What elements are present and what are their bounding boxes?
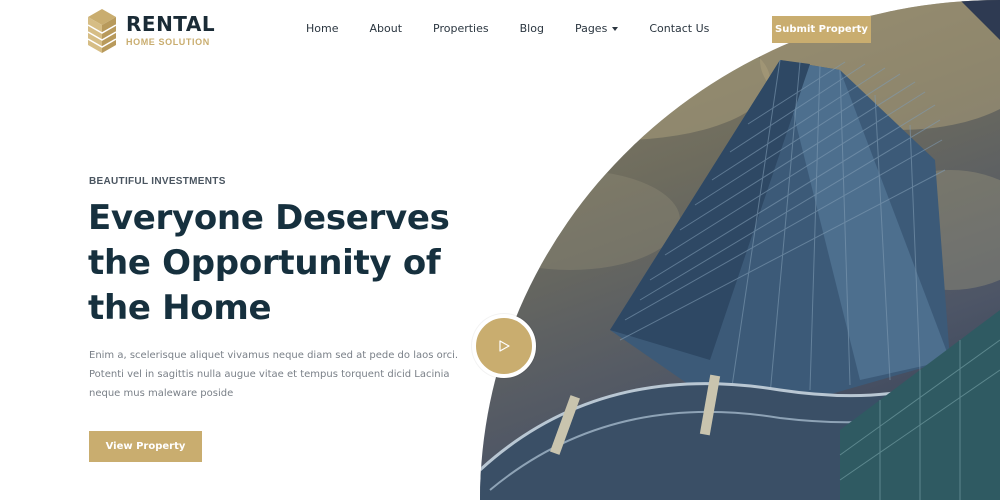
- description-line: Enim a, scelerisque aliquet vivamus nequ…: [89, 350, 459, 361]
- nav-item-label: Contact Us: [649, 22, 710, 35]
- video-play-button[interactable]: [472, 314, 536, 378]
- view-property-button[interactable]: View Property: [89, 431, 202, 462]
- building-illustration: [480, 0, 1000, 500]
- nav-item-about[interactable]: About: [369, 22, 402, 35]
- nav-item-label: Pages: [574, 22, 608, 35]
- nav-item-blog[interactable]: Blog: [520, 22, 544, 35]
- stacked-house-icon: [88, 9, 116, 53]
- hero-headline: Everyone Deserves the Opportunity of the…: [88, 196, 468, 331]
- headline-line: the Opportunity of: [88, 243, 441, 283]
- nav-item-home[interactable]: Home: [306, 22, 338, 35]
- caret-down-icon: [612, 26, 619, 31]
- submit-property-button[interactable]: Submit Property: [772, 16, 871, 43]
- hero-building-image: [480, 0, 1000, 500]
- nav-item-properties[interactable]: Properties: [433, 22, 489, 35]
- nav-item-label: Properties: [433, 22, 489, 35]
- headline-line: the Home: [88, 288, 272, 328]
- brand-text: RENTAL HOME SOLUTION: [126, 13, 215, 47]
- brand-tagline: HOME SOLUTION: [126, 37, 210, 47]
- main-navigation: Home About Properties Blog Pages Contact…: [306, 22, 740, 35]
- nav-item-label: Home: [306, 22, 339, 35]
- brand-name: RENTAL: [126, 12, 216, 36]
- nav-item-contact-us[interactable]: Contact Us: [649, 22, 709, 35]
- play-icon: [499, 340, 510, 352]
- description-line: Potenti vel in sagittis nulla augue vita…: [89, 369, 450, 380]
- description-line: neque mus maleware poside: [89, 388, 234, 399]
- hero-eyebrow: BEAUTIFUL INVESTMENTS: [89, 176, 226, 187]
- headline-line: Everyone Deserves: [88, 198, 450, 238]
- nav-item-pages[interactable]: Pages: [574, 22, 619, 35]
- nav-item-label: About: [369, 22, 403, 35]
- brand-logo[interactable]: RENTAL HOME SOLUTION: [88, 5, 215, 55]
- hero-description: Enim a, scelerisque aliquet vivamus nequ…: [89, 346, 469, 403]
- nav-item-label: Blog: [519, 22, 544, 35]
